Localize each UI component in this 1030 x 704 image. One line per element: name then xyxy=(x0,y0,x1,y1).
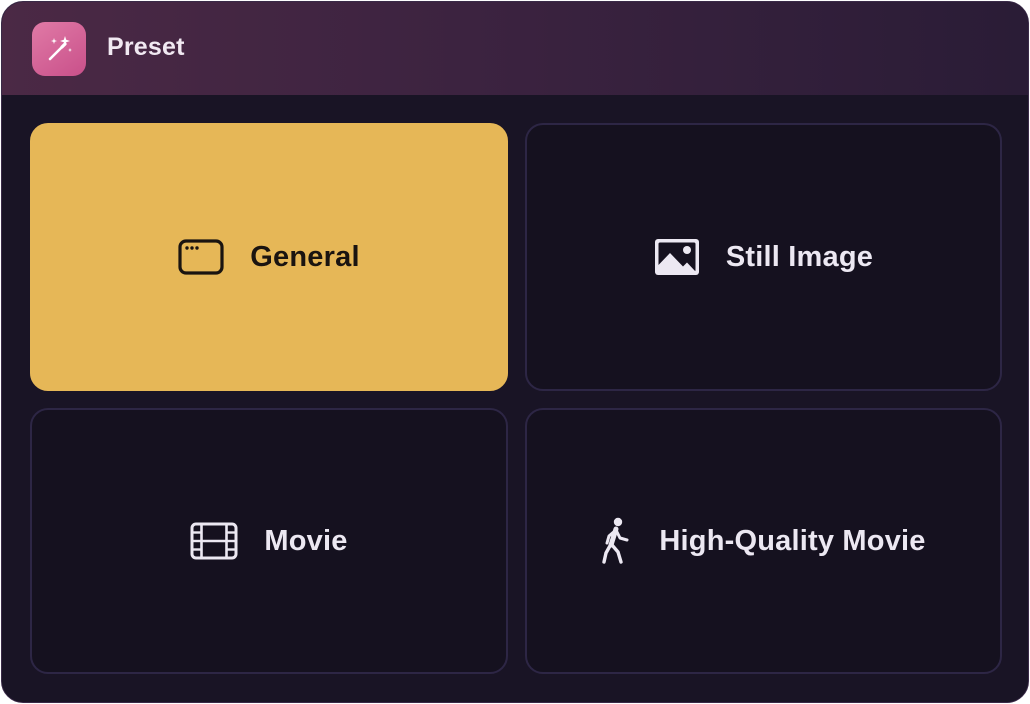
preset-window: Preset General Still Image Movie High-Qu… xyxy=(1,1,1029,703)
preset-label: High-Quality Movie xyxy=(659,524,926,557)
browser-window-icon xyxy=(178,239,224,275)
preset-high-quality-movie-button[interactable]: High-Quality Movie xyxy=(525,408,1002,674)
film-icon xyxy=(190,522,238,560)
title-bar: Preset xyxy=(2,2,1028,96)
preset-general-button[interactable]: General xyxy=(30,123,508,391)
magic-wand-icon xyxy=(32,22,86,76)
walking-figure-icon xyxy=(601,517,633,565)
preset-label: Movie xyxy=(264,524,348,557)
preset-label: General xyxy=(250,240,360,273)
preset-movie-button[interactable]: Movie xyxy=(30,408,508,674)
photo-icon xyxy=(654,238,700,276)
preset-grid: General Still Image Movie High-Quality M… xyxy=(2,95,1028,702)
preset-still-image-button[interactable]: Still Image xyxy=(525,123,1002,391)
preset-label: Still Image xyxy=(725,240,874,273)
window-title: Preset xyxy=(107,33,185,61)
